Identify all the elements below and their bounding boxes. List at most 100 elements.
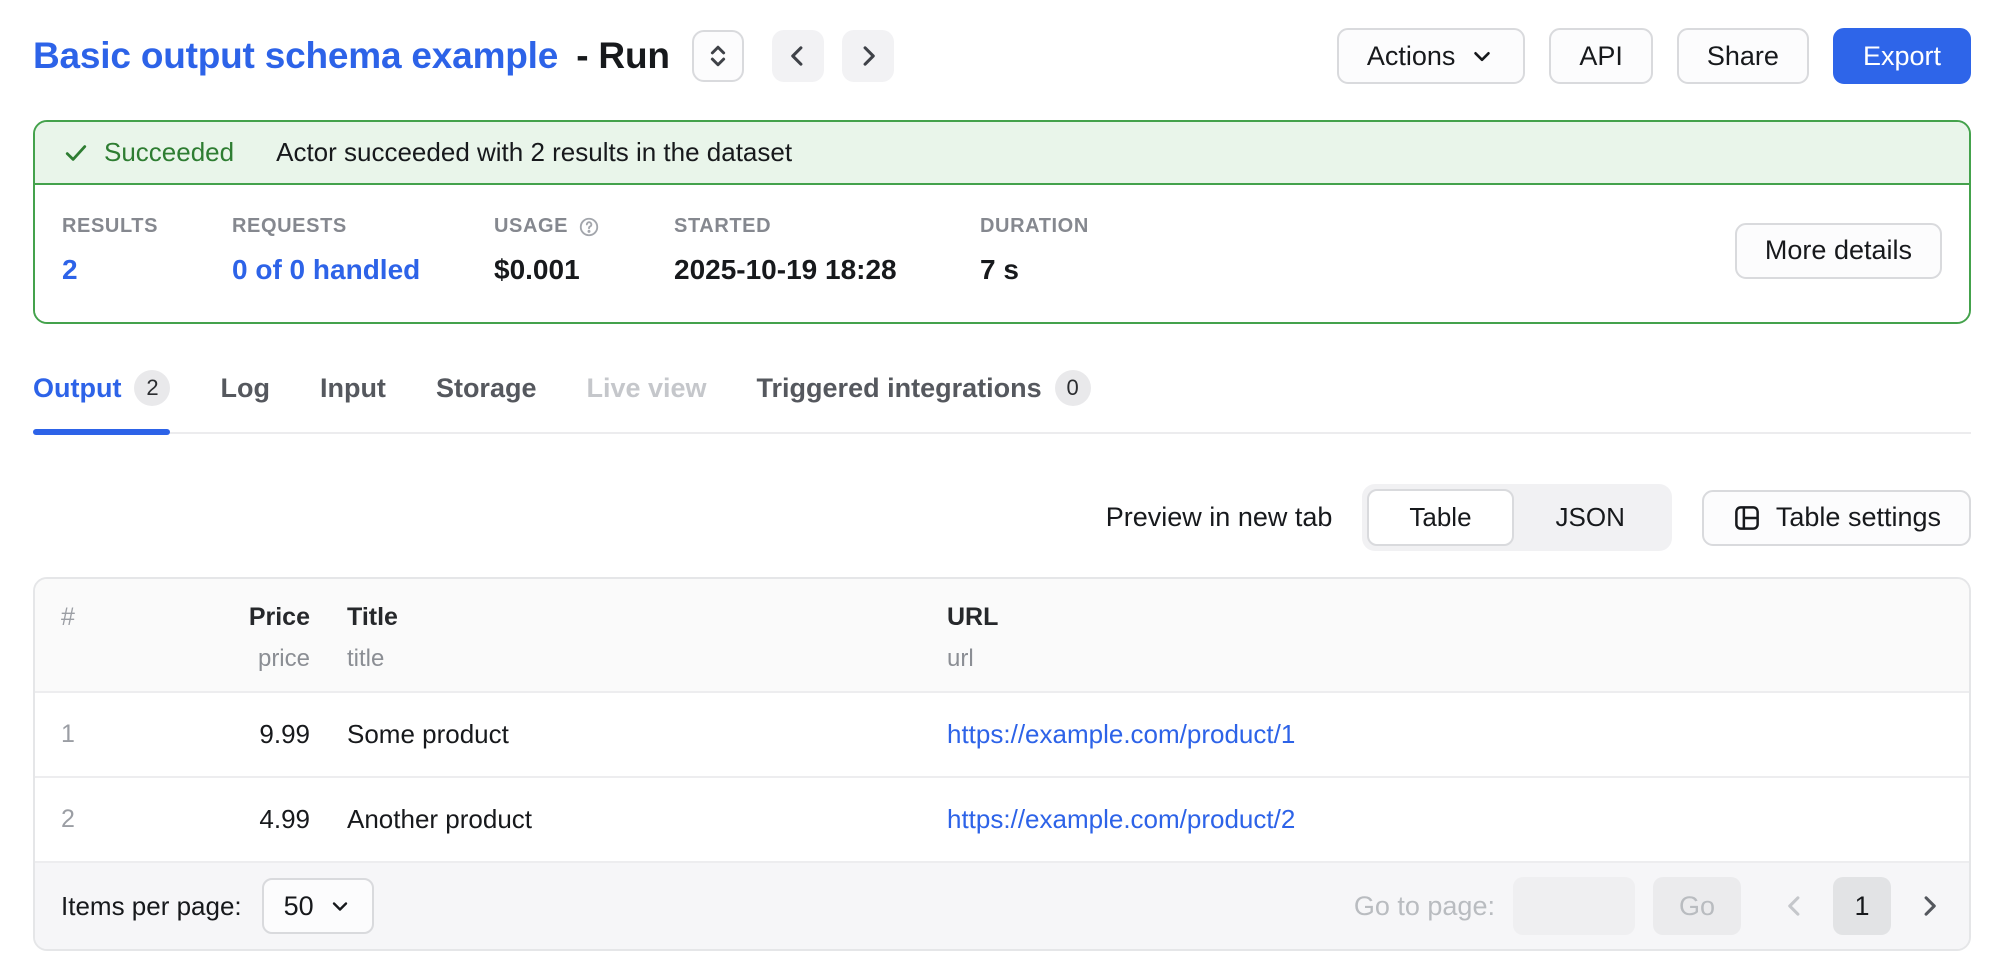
row-index: 1 [35, 720, 195, 749]
run-status-card: Succeeded Actor succeeded with 2 results… [33, 120, 1971, 324]
results-table: # Price price Title title URL url 1 9.99… [33, 577, 1971, 951]
view-toggle-table[interactable]: Table [1367, 489, 1513, 546]
go-to-page-input[interactable] [1513, 877, 1635, 935]
column-index: # [35, 603, 195, 673]
tab-output-badge: 2 [134, 370, 170, 406]
row-price: 9.99 [195, 719, 310, 750]
stat-results-value[interactable]: 2 [62, 254, 232, 286]
stat-duration-label: DURATION [980, 215, 1089, 238]
chevron-down-icon [1469, 43, 1495, 69]
stat-usage-label-text: USAGE [494, 215, 568, 238]
row-price: 4.99 [195, 804, 310, 835]
row-title: Another product [310, 804, 947, 835]
column-url: URL url [947, 603, 1969, 673]
stat-requests: REQUESTS 0 of 0 handled [232, 215, 494, 286]
column-price: Price price [195, 603, 310, 673]
stat-results: RESULTS 2 [62, 215, 232, 286]
next-run-button[interactable] [842, 30, 894, 82]
tab-triggered-integrations[interactable]: Triggered integrations 0 [757, 370, 1091, 432]
tab-triggered-integrations-badge: 0 [1055, 370, 1091, 406]
table-footer: Items per page: 50 Go to page: Go 1 [35, 861, 1969, 949]
chevron-down-icon [328, 894, 352, 918]
row-title: Some product [310, 719, 947, 750]
stat-started-label: STARTED [674, 215, 980, 238]
tab-live-view: Live view [586, 370, 706, 432]
run-stats-row: RESULTS 2 REQUESTS 0 of 0 handled USAGE … [35, 185, 1969, 322]
column-title-name: Title [347, 603, 947, 632]
more-details-button[interactable]: More details [1735, 223, 1942, 279]
column-title: Title title [310, 603, 947, 673]
go-button[interactable]: Go [1653, 877, 1741, 935]
stat-requests-value[interactable]: 0 of 0 handled [232, 254, 494, 286]
previous-page-chevron-icon[interactable] [1781, 892, 1809, 920]
stat-started: STARTED 2025-10-19 18:28 [674, 215, 980, 286]
next-page-chevron-icon[interactable] [1915, 892, 1943, 920]
stat-usage: USAGE $0.001 [494, 215, 674, 286]
current-page-button[interactable]: 1 [1833, 877, 1891, 935]
output-toolbar: Preview in new tab Table JSON Table sett… [33, 484, 1971, 551]
stat-results-label: RESULTS [62, 215, 232, 238]
table-grid-icon [1732, 503, 1762, 533]
pager: 1 [1781, 877, 1943, 935]
tab-output-label: Output [33, 373, 121, 404]
view-toggle-json[interactable]: JSON [1514, 489, 1667, 546]
status-label: Succeeded [104, 137, 234, 168]
share-button[interactable]: Share [1677, 28, 1809, 84]
pagination-controls: Go to page: Go 1 [1354, 877, 1943, 935]
preview-in-new-tab-link[interactable]: Preview in new tab [1106, 502, 1333, 533]
column-price-name: Price [195, 603, 310, 632]
run-detail-page: Basic output schema example - Run Action [0, 28, 2004, 951]
stat-started-value: 2025-10-19 18:28 [674, 254, 980, 286]
column-url-name: URL [947, 603, 1969, 632]
tab-log-label: Log [220, 373, 269, 404]
actions-label: Actions [1367, 41, 1456, 72]
status-banner: Succeeded Actor succeeded with 2 results… [35, 122, 1969, 185]
table-header: # Price price Title title URL url [35, 579, 1969, 691]
page-header: Basic output schema example - Run Action [33, 28, 1971, 84]
run-title-suffix: - Run [576, 35, 670, 76]
tab-log[interactable]: Log [220, 370, 269, 432]
stat-usage-label: USAGE [494, 215, 674, 238]
status-message: Actor succeeded with 2 results in the da… [276, 137, 792, 168]
column-url-field: url [947, 645, 1969, 673]
actions-dropdown-button[interactable]: Actions [1337, 28, 1526, 84]
items-per-page-label: Items per page: [61, 891, 242, 922]
tab-triggered-integrations-label: Triggered integrations [757, 373, 1042, 404]
header-actions: Actions API Share Export [1337, 28, 1971, 84]
previous-run-button[interactable] [772, 30, 824, 82]
view-toggle: Table JSON [1362, 484, 1672, 551]
tab-live-view-label: Live view [586, 373, 706, 404]
column-title-field: title [347, 645, 947, 673]
column-price-field: price [195, 645, 310, 673]
items-per-page-value: 50 [284, 891, 314, 922]
go-to-page-label: Go to page: [1354, 891, 1495, 922]
export-button[interactable]: Export [1833, 28, 1971, 84]
chevron-right-icon [854, 42, 882, 70]
run-nav-group [772, 30, 894, 82]
actor-title-link[interactable]: Basic output schema example [33, 35, 558, 76]
stat-duration-value: 7 s [980, 254, 1089, 286]
items-per-page-select[interactable]: 50 [262, 878, 374, 934]
tab-output[interactable]: Output 2 [33, 370, 170, 432]
row-url-link[interactable]: https://example.com/product/2 [947, 804, 1295, 834]
stat-usage-value: $0.001 [494, 254, 674, 286]
row-index: 2 [35, 805, 195, 834]
table-settings-label: Table settings [1776, 502, 1941, 533]
up-down-chevron-icon [703, 41, 733, 71]
run-tabs: Output 2 Log Input Storage Live view Tri… [33, 370, 1971, 434]
api-button[interactable]: API [1549, 28, 1653, 84]
chevron-left-icon [784, 42, 812, 70]
tab-storage[interactable]: Storage [436, 370, 537, 432]
table-row: 2 4.99 Another product https://example.c… [35, 776, 1969, 861]
tab-input[interactable]: Input [320, 370, 386, 432]
table-row: 1 9.99 Some product https://example.com/… [35, 691, 1969, 776]
page-title: Basic output schema example - Run [33, 35, 670, 77]
table-settings-button[interactable]: Table settings [1702, 490, 1971, 546]
stat-duration: DURATION 7 s [980, 215, 1089, 286]
tab-storage-label: Storage [436, 373, 537, 404]
stat-requests-label: REQUESTS [232, 215, 494, 238]
check-icon [62, 139, 90, 167]
run-selector-button[interactable] [692, 30, 744, 82]
row-url-link[interactable]: https://example.com/product/1 [947, 719, 1295, 749]
help-circle-icon[interactable] [578, 216, 600, 238]
